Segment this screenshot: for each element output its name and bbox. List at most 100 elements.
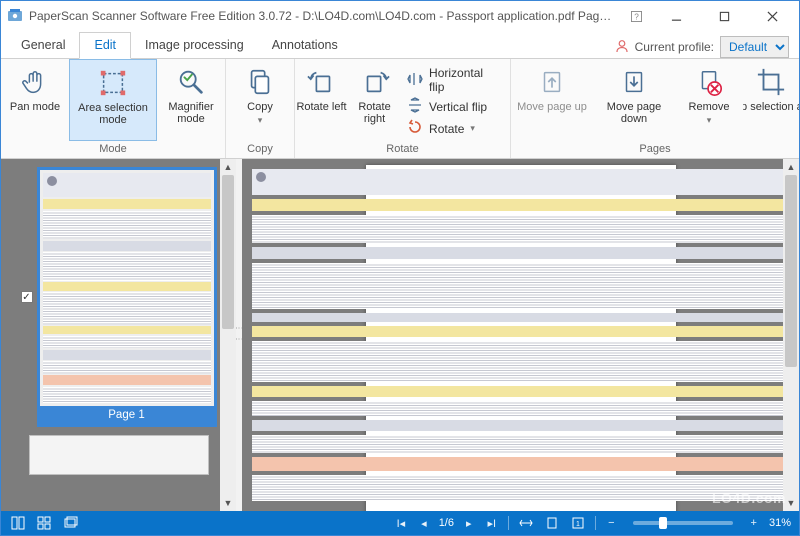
pan-mode-label: Pan mode [10, 101, 60, 113]
copy-icon [245, 65, 275, 99]
magnifier-mode-label: Magnifier mode [157, 101, 225, 125]
rotate-right-label: Rotate right [348, 101, 401, 125]
thumbnail-page-2-partial[interactable] [29, 435, 209, 475]
page-preview[interactable]: ▲ ▼ [242, 159, 799, 511]
rotate-right-button[interactable]: Rotate right [348, 59, 401, 141]
flip-v-icon [407, 97, 423, 116]
page-down-icon [619, 65, 649, 99]
scroll-down-icon[interactable]: ▼ [220, 495, 236, 511]
rotate-label: Rotate [429, 122, 464, 136]
move-page-down-button[interactable]: Move page down [593, 59, 675, 141]
scroll-up-icon[interactable]: ▲ [220, 159, 236, 175]
page-up-label: Move page up [517, 101, 587, 113]
nav-last-icon[interactable]: ▸I [484, 517, 501, 530]
preview-scrollbar[interactable]: ▲ ▼ [783, 159, 799, 511]
magnifier-mode-button[interactable]: Magnifier mode [157, 59, 225, 141]
copy-label: Copy [247, 101, 273, 113]
group-pages-label: Pages [511, 141, 799, 158]
rotate-menu-button[interactable]: Rotate ▾ [407, 119, 500, 138]
thumbnail-page-1[interactable]: Page 1 [37, 167, 217, 427]
thumbnail-caption: Page 1 [40, 406, 214, 424]
chevron-down-icon: ▾ [470, 123, 475, 134]
group-mode-label: Mode [1, 141, 225, 158]
help-icon[interactable]: ? [623, 2, 649, 30]
window-title: PaperScan Scanner Software Free Edition … [29, 9, 617, 23]
zoom-in-icon[interactable]: + [747, 517, 761, 529]
magnifier-icon [176, 65, 206, 99]
profile-label: Current profile: [635, 40, 714, 54]
ribbon: Pan mode Area selection mode Magnifier m… [1, 59, 799, 159]
remove-icon [694, 65, 724, 99]
content-area: ✓ [1, 159, 799, 511]
group-mode: Pan mode Area selection mode Magnifier m… [1, 59, 226, 158]
minimize-button[interactable] [655, 2, 697, 30]
svg-text:?: ? [634, 12, 639, 21]
nav-first-icon[interactable]: I◂ [393, 517, 410, 530]
title-bar: PaperScan Scanner Software Free Edition … [1, 1, 799, 31]
area-select-icon [98, 66, 128, 100]
scroll-up-icon[interactable]: ▲ [783, 159, 799, 175]
page-down-label: Move page down [593, 101, 675, 125]
zoom-value: 31% [769, 517, 791, 529]
close-button[interactable] [751, 2, 793, 30]
maximize-button[interactable] [703, 2, 745, 30]
rotate-right-icon [360, 65, 390, 99]
rotate-left-button[interactable]: Rotate left [295, 59, 348, 141]
crop-label: Crop selection area [743, 101, 799, 113]
area-mode-label: Area selection mode [70, 102, 156, 126]
view-layers-icon[interactable] [61, 514, 79, 532]
app-window: PaperScan Scanner Software Free Edition … [0, 0, 800, 536]
thumbnail-panel: ✓ [1, 159, 236, 511]
remove-page-button[interactable]: Remove ▾ [675, 59, 743, 141]
tab-edit[interactable]: Edit [79, 32, 131, 59]
profile-icon [615, 39, 629, 56]
page-up-icon [537, 65, 567, 99]
remove-label: Remove [689, 101, 730, 113]
zoom-slider[interactable] [633, 521, 733, 525]
move-page-up-button[interactable]: Move page up [511, 59, 593, 141]
chevron-down-icon: ▾ [258, 115, 263, 126]
group-copy: Copy ▾ Copy [226, 59, 295, 158]
page-canvas[interactable] [366, 165, 676, 511]
vertical-flip-button[interactable]: Vertical flip [407, 97, 500, 116]
status-bar: I◂ ◂ 1/6 ▸ ▸I 1 − + 31% [1, 511, 799, 535]
group-rotate-label: Rotate [295, 141, 510, 158]
crop-selection-button[interactable]: Crop selection area [743, 59, 799, 141]
page-indicator: 1/6 [439, 517, 454, 529]
rotate-left-label: Rotate left [296, 101, 346, 113]
vflip-label: Vertical flip [429, 100, 487, 114]
hand-icon [20, 65, 50, 99]
group-rotate: Rotate left Rotate right Horizontal flip… [295, 59, 511, 158]
tab-image-processing[interactable]: Image processing [131, 33, 258, 58]
nav-prev-icon[interactable]: ◂ [417, 517, 431, 530]
view-single-icon[interactable] [9, 514, 27, 532]
tab-annotations[interactable]: Annotations [258, 33, 352, 58]
group-pages: Move page up Move page down Remove ▾ Cro… [511, 59, 799, 158]
fit-width-icon[interactable] [517, 514, 535, 532]
crop-icon [756, 65, 786, 99]
rotate-icon [407, 119, 423, 138]
zoom-out-icon[interactable]: − [604, 517, 618, 529]
group-copy-label: Copy [226, 141, 294, 158]
watermark: LO4D.com [712, 490, 786, 506]
profile-area: Current profile: Default [615, 36, 799, 58]
copy-button[interactable]: Copy ▾ [226, 59, 294, 141]
profile-select[interactable]: Default [720, 36, 789, 58]
pan-mode-button[interactable]: Pan mode [1, 59, 69, 141]
app-icon [7, 8, 23, 24]
thumbnail-checkbox[interactable]: ✓ [21, 291, 33, 303]
ribbon-tabs: General Edit Image processing Annotation… [1, 31, 799, 59]
flip-h-icon [407, 71, 423, 90]
fit-page-icon[interactable] [543, 514, 561, 532]
horizontal-flip-button[interactable]: Horizontal flip [407, 66, 500, 94]
view-thumb-icon[interactable] [35, 514, 53, 532]
tab-general[interactable]: General [7, 33, 79, 58]
hflip-label: Horizontal flip [429, 66, 500, 94]
nav-next-icon[interactable]: ▸ [462, 517, 476, 530]
area-selection-mode-button[interactable]: Area selection mode [69, 59, 157, 141]
svg-text:1: 1 [576, 521, 580, 528]
chevron-down-icon: ▾ [707, 115, 712, 126]
zoom-actual-icon[interactable]: 1 [569, 514, 587, 532]
thumbnail-scrollbar[interactable]: ▲ ▼ [220, 159, 236, 511]
rotate-left-icon [307, 65, 337, 99]
